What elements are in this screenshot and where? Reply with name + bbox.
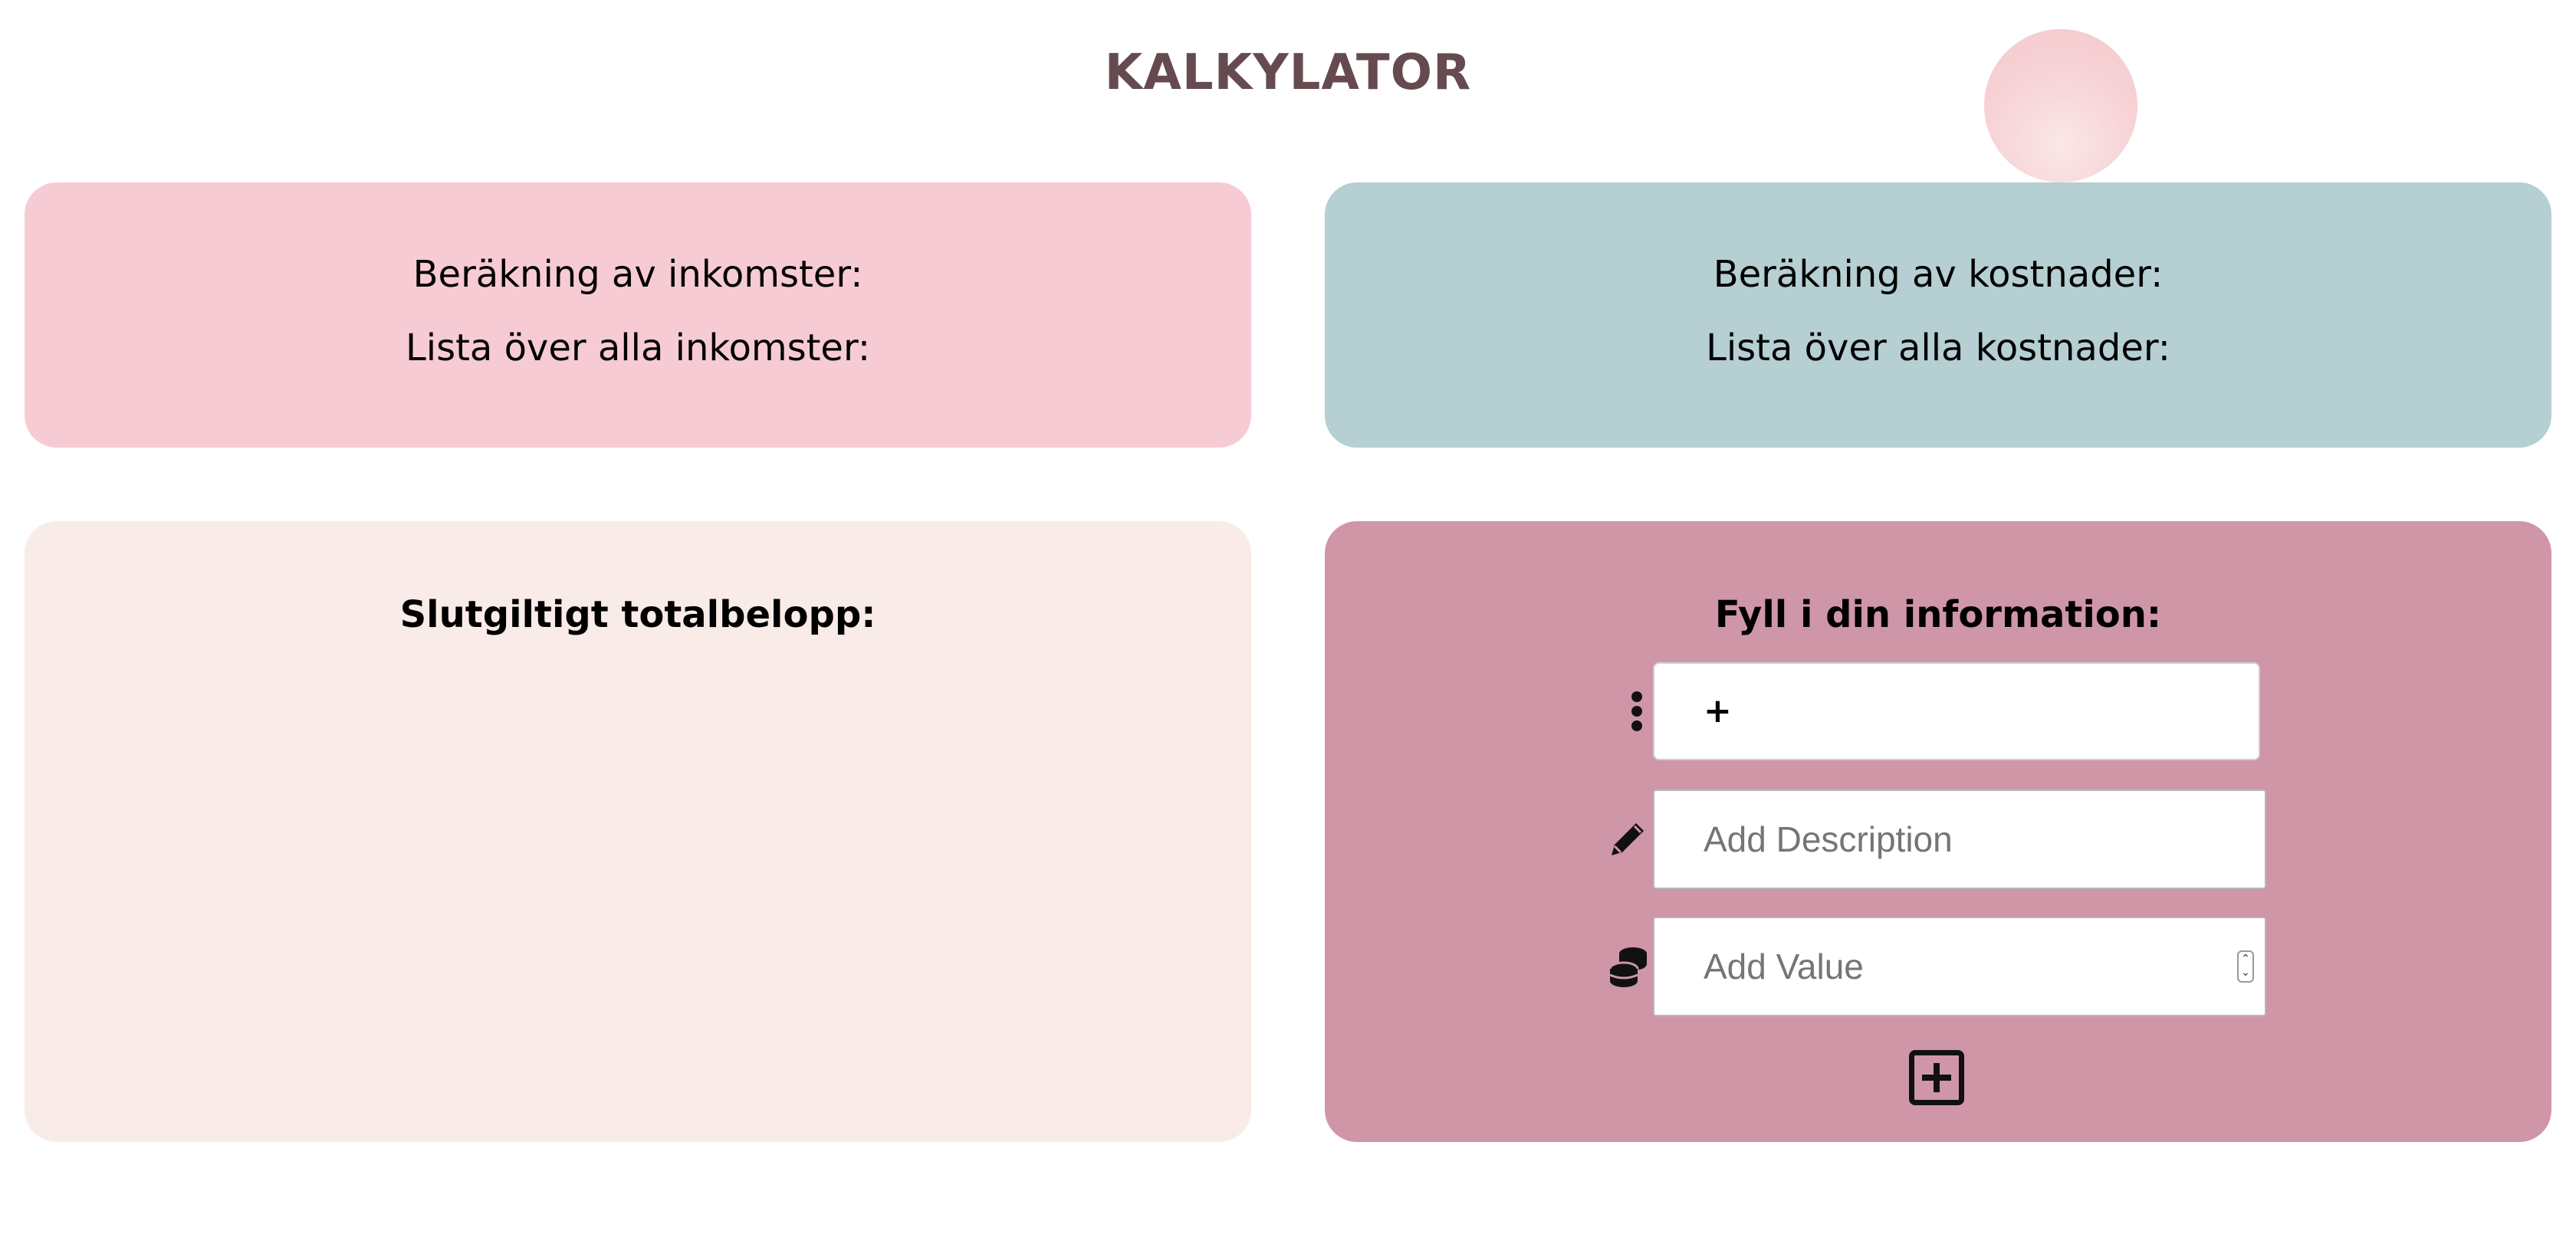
cost-card: Beräkning av kostnader: Lista över alla …: [1325, 182, 2551, 448]
value-input[interactable]: [1704, 918, 2194, 1015]
income-calc-label: Beräkning av inkomster:: [412, 253, 863, 296]
type-select[interactable]: +: [1653, 662, 2260, 760]
total-card: Slutgiltigt totalbelopp:: [25, 521, 1251, 1142]
form-heading: Fyll i din information:: [1714, 593, 2162, 636]
type-select-value: +: [1704, 691, 1732, 730]
value-spinner[interactable]: ⌃ ⌄: [2237, 950, 2254, 983]
coins-icon: [1608, 947, 1647, 987]
form-card: Fyll i din information: + ⌃⌄: [1325, 521, 2551, 1142]
description-input[interactable]: [1704, 791, 2194, 888]
income-card: Beräkning av inkomster: Lista över alla …: [25, 182, 1251, 448]
decorative-circle: [1984, 29, 2137, 182]
description-field[interactable]: [1653, 789, 2266, 889]
page-title: KALKYLATOR: [1104, 44, 1472, 101]
value-field[interactable]: ⌃⌄: [1653, 917, 2266, 1016]
cost-calc-label: Beräkning av kostnader:: [1713, 253, 2164, 296]
pencil-icon: [1612, 823, 1644, 855]
cost-list-label: Lista över alla kostnader:: [1706, 327, 2170, 369]
vertical-dots-icon: [1631, 691, 1642, 737]
total-heading: Slutgiltigt totalbelopp:: [399, 593, 876, 636]
income-list-label: Lista över alla inkomster:: [405, 327, 871, 369]
add-button[interactable]: [1909, 1050, 1964, 1105]
